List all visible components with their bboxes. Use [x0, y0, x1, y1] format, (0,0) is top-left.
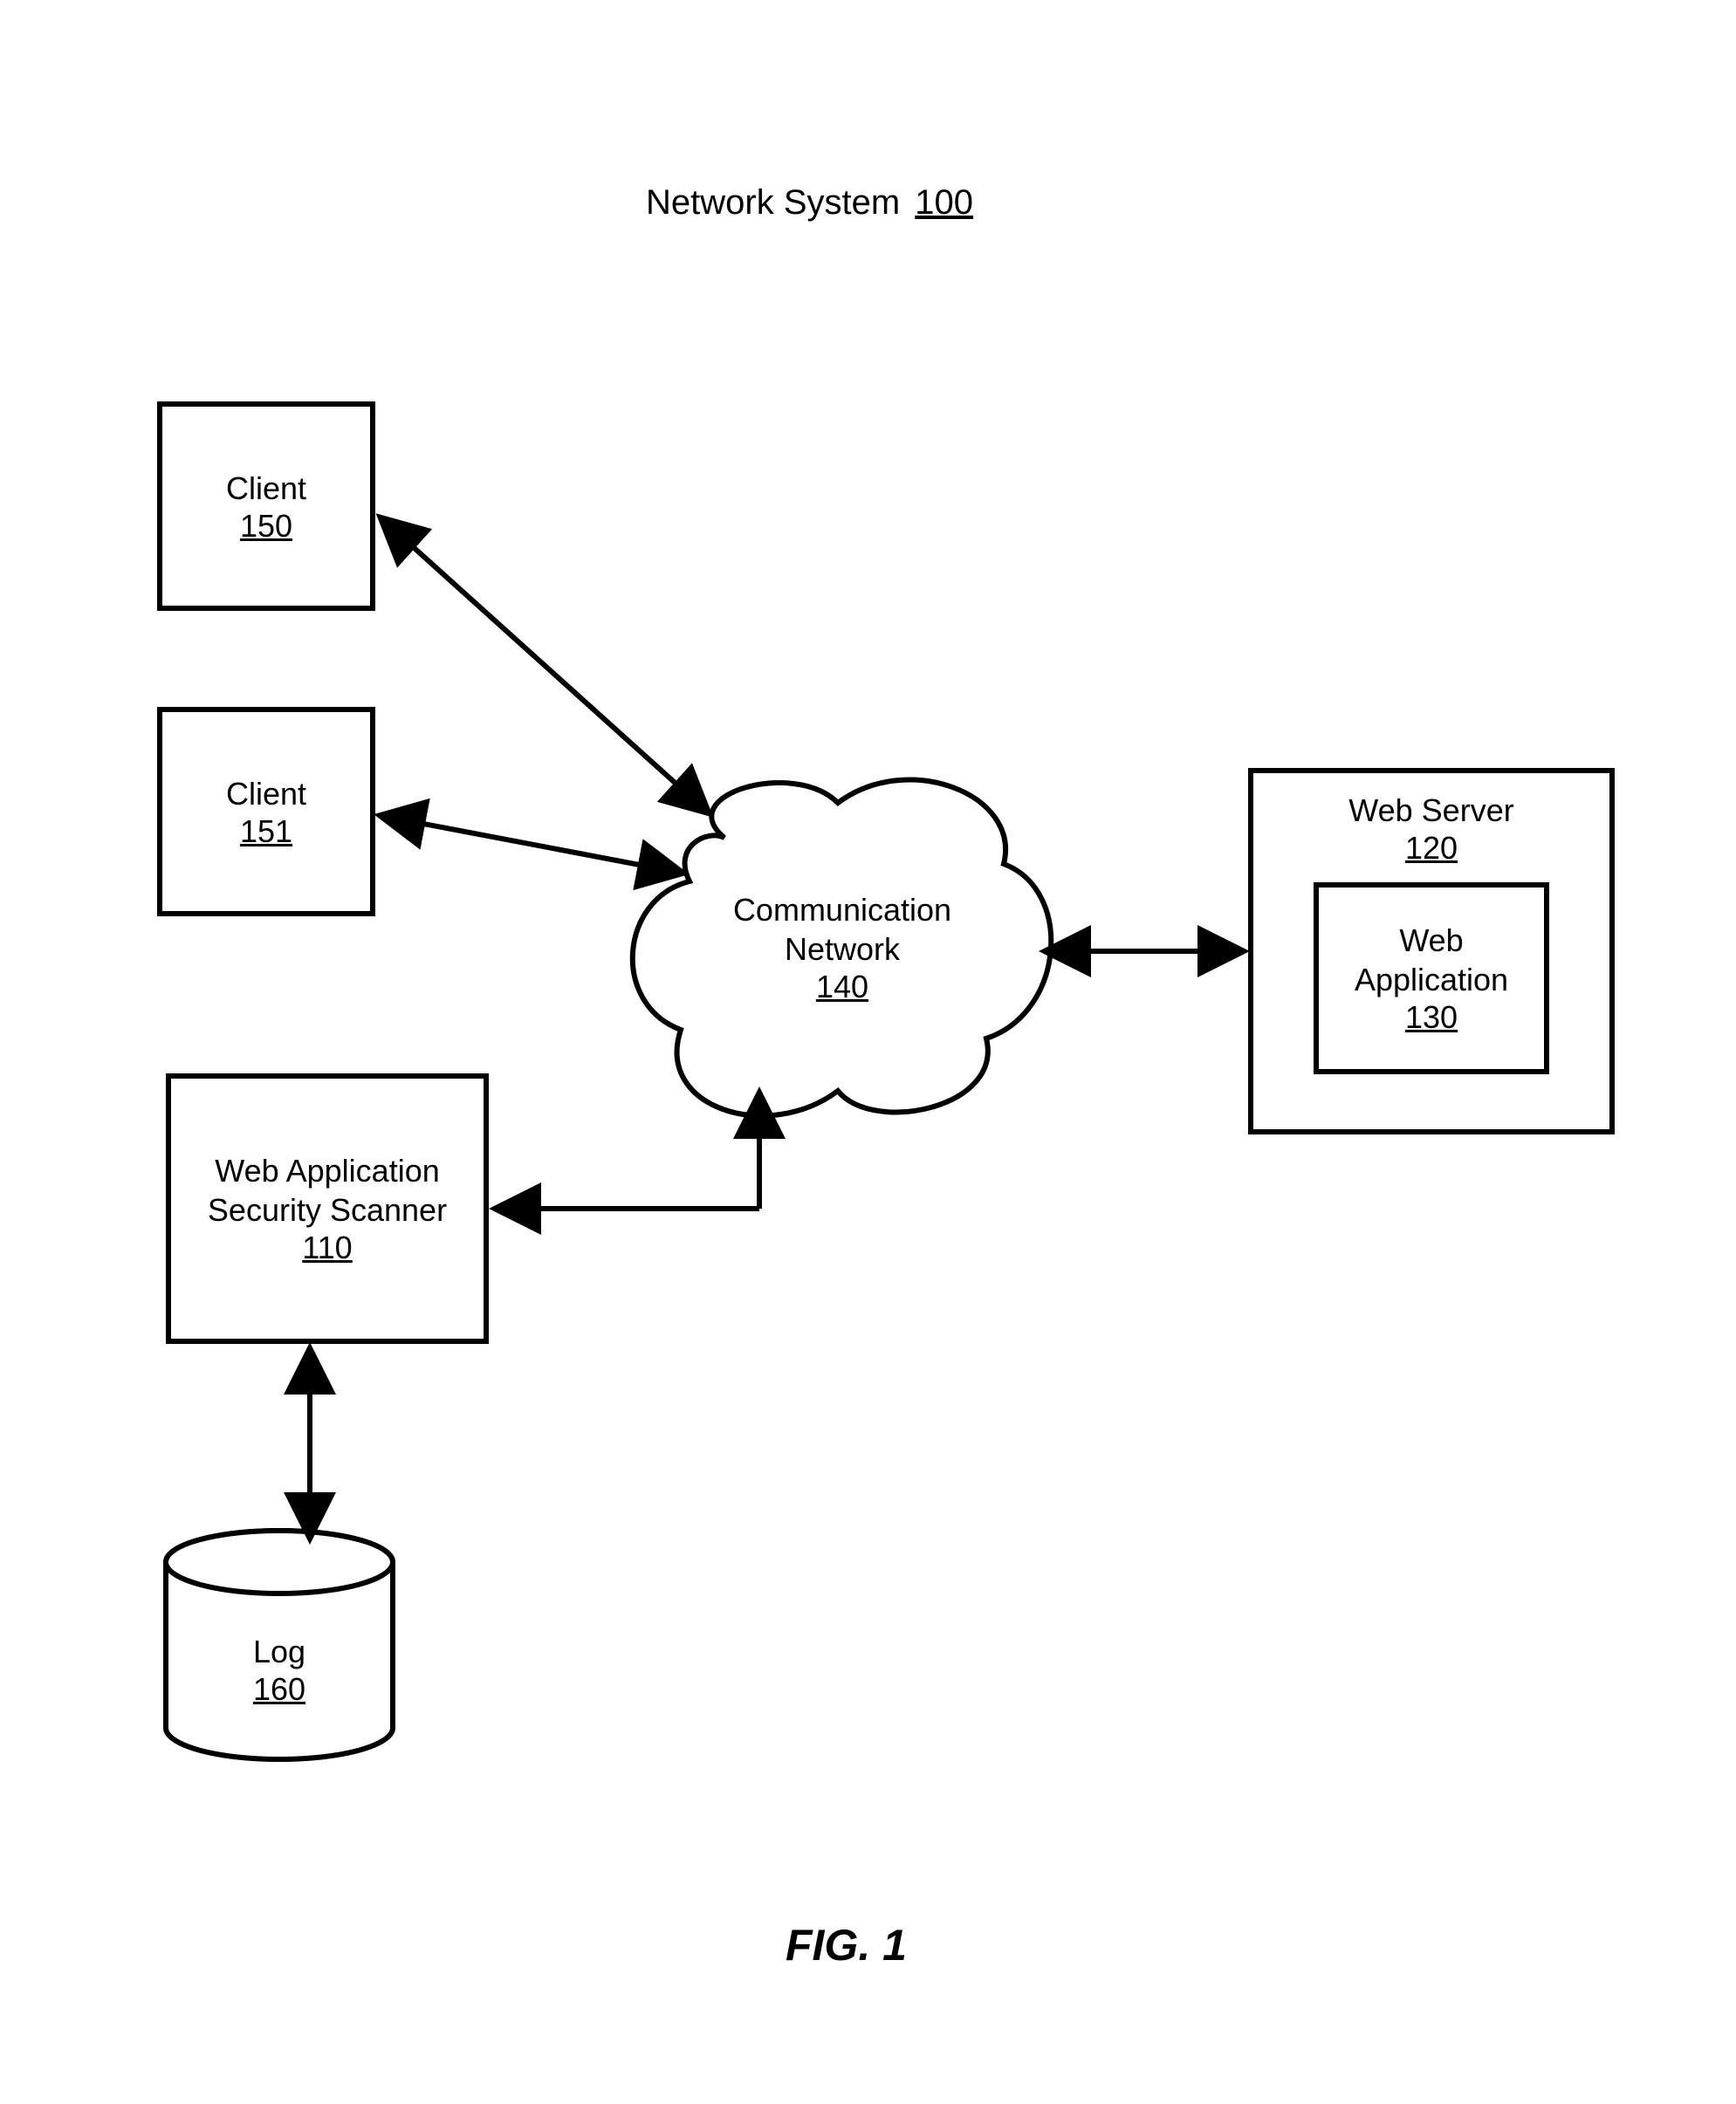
arrows-layer	[0, 0, 1736, 2104]
diagram-canvas: Network System 100 Client 150 Client 151…	[0, 0, 1736, 2104]
arrow-client2-network	[382, 816, 681, 873]
figure-label: FIG. 1	[786, 1920, 907, 1970]
arrow-client1-network	[382, 519, 707, 812]
